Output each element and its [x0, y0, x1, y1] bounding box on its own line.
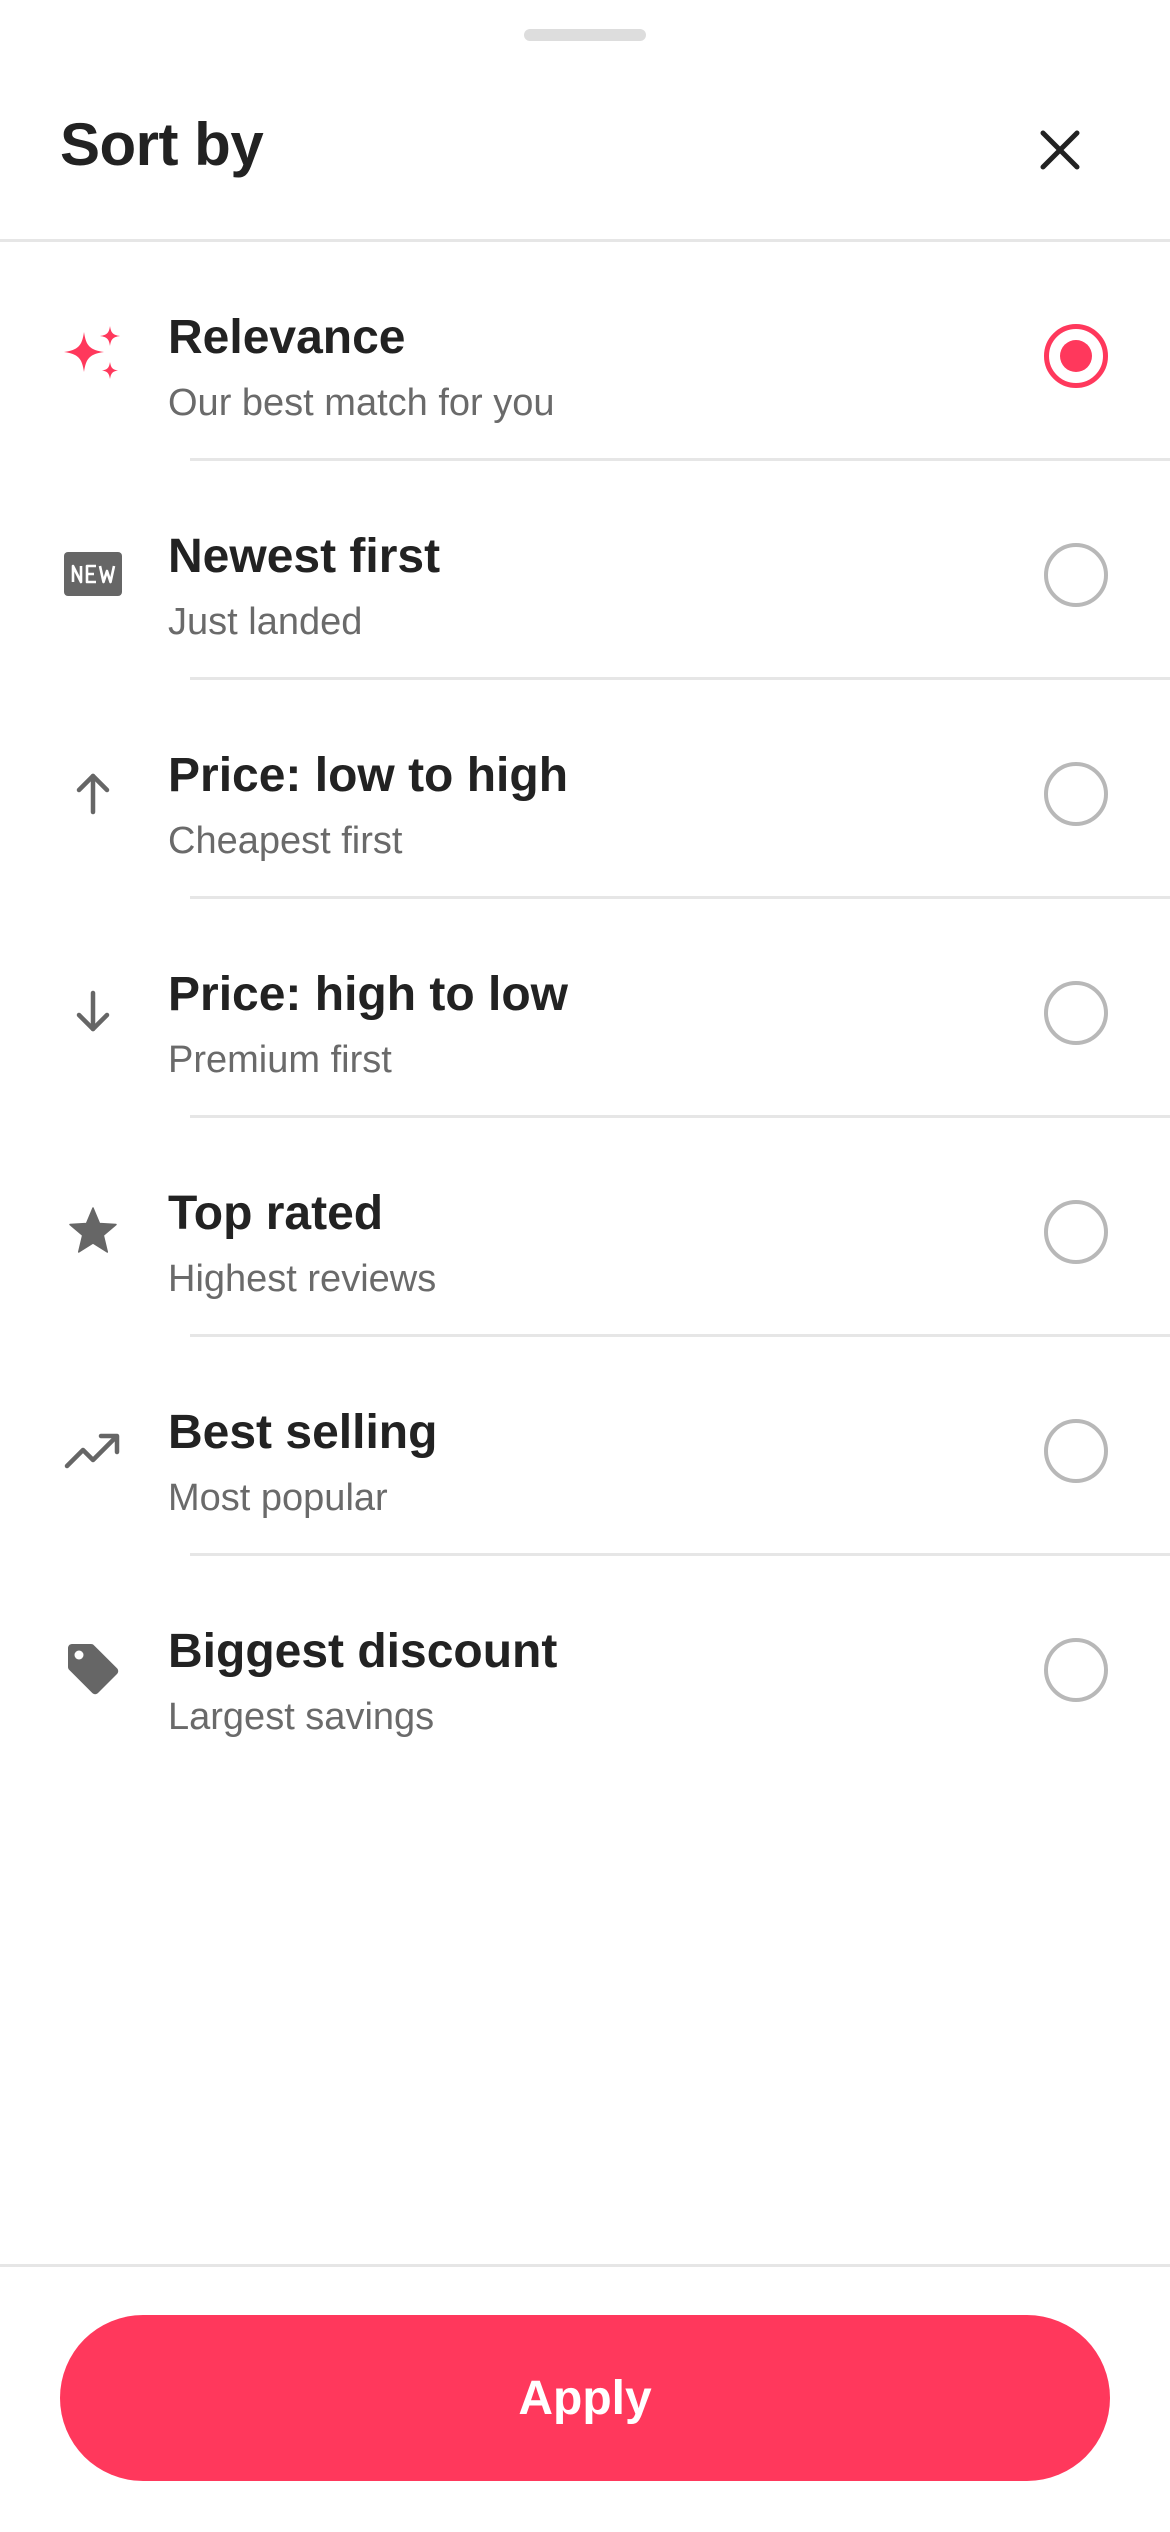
sort-option-biggest-discount[interactable]: Biggest discount Largest savings — [0, 1556, 1170, 1775]
sort-option-newest-first[interactable]: Newest first Just landed — [0, 461, 1170, 680]
option-sublabel: Premium first — [168, 1039, 392, 1081]
close-button[interactable] — [1020, 110, 1100, 190]
sort-option-relevance[interactable]: Relevance Our best match for you — [0, 242, 1170, 461]
option-label: Relevance — [168, 311, 406, 364]
trending-up-icon — [60, 1417, 126, 1483]
option-label: Best selling — [168, 1406, 438, 1459]
radio-price-high-to-low[interactable] — [1044, 981, 1108, 1045]
sheet-header: Sort by — [0, 60, 1170, 240]
option-sublabel: Most popular — [168, 1477, 388, 1519]
option-label: Price: high to low — [168, 968, 569, 1021]
sort-bottom-sheet: Sort by Relevance Our best match for you — [0, 0, 1170, 2532]
drag-handle[interactable] — [524, 29, 646, 41]
option-sublabel: Just landed — [168, 601, 363, 643]
radio-relevance-selected[interactable] — [1044, 324, 1108, 388]
footer-divider — [0, 2264, 1170, 2267]
sort-option-best-selling[interactable]: Best selling Most popular — [0, 1337, 1170, 1556]
radio-newest-first[interactable] — [1044, 543, 1108, 607]
radio-best-selling[interactable] — [1044, 1419, 1108, 1483]
sheet-title: Sort by — [60, 111, 264, 178]
sparkles-icon — [60, 322, 126, 388]
star-icon — [60, 1198, 126, 1264]
new-badge-icon — [60, 541, 126, 607]
sort-option-top-rated[interactable]: Top rated Highest reviews — [0, 1118, 1170, 1337]
option-label: Biggest discount — [168, 1625, 558, 1678]
arrow-up-icon — [60, 760, 126, 826]
option-label: Newest first — [168, 530, 441, 583]
arrow-down-icon — [60, 979, 126, 1045]
apply-button[interactable]: Apply — [60, 2315, 1110, 2481]
sort-options-list: Relevance Our best match for you Newest … — [0, 242, 1170, 1775]
option-label: Price: low to high — [168, 749, 569, 802]
tag-icon — [60, 1636, 126, 1702]
radio-biggest-discount[interactable] — [1044, 1638, 1108, 1702]
sort-option-price-high-to-low[interactable]: Price: high to low Premium first — [0, 899, 1170, 1118]
option-sublabel: Our best match for you — [168, 382, 555, 424]
radio-price-low-to-high[interactable] — [1044, 762, 1108, 826]
sort-option-price-low-to-high[interactable]: Price: low to high Cheapest first — [0, 680, 1170, 899]
option-sublabel: Largest savings — [168, 1696, 435, 1738]
radio-top-rated[interactable] — [1044, 1200, 1108, 1264]
option-sublabel: Cheapest first — [168, 820, 403, 862]
option-label: Top rated — [168, 1187, 384, 1240]
option-sublabel: Highest reviews — [168, 1258, 437, 1300]
close-icon — [1040, 130, 1080, 170]
